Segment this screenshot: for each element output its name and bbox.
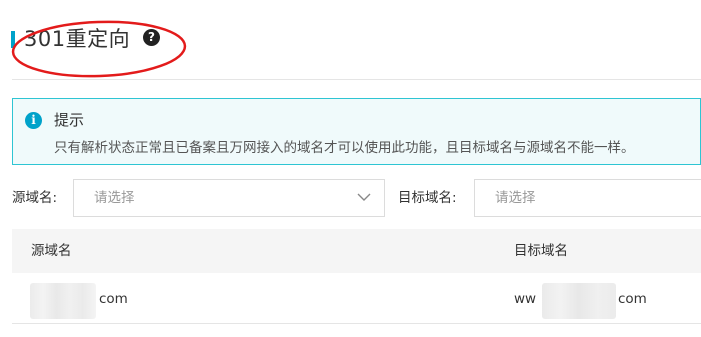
info-circle-icon: i (25, 112, 42, 129)
column-header-target-domain: 目标域名 (514, 243, 568, 259)
table-cell-target-domain-prefix: ww (514, 291, 537, 307)
chevron-down-icon (357, 193, 371, 201)
table-header (12, 229, 701, 273)
title-accent-bar (11, 31, 15, 48)
column-header-source-domain: 源域名 (31, 243, 72, 259)
target-domain-label: 目标域名: (398, 190, 457, 206)
table-cell-source-domain: com (99, 291, 128, 307)
tip-text: 只有解析状态正常且已备案且万网接入的域名才可以使用此功能，且目标域名与源域名不能… (54, 140, 635, 156)
table-row-divider (12, 323, 701, 324)
question-circle-icon[interactable]: ? (143, 29, 160, 46)
redacted-source-domain (30, 283, 96, 319)
source-domain-label: 源域名: (12, 190, 58, 206)
target-domain-placeholder: 请选择 (495, 190, 536, 206)
target-domain-select[interactable]: 请选择 (474, 179, 701, 217)
redacted-target-domain (542, 283, 616, 319)
source-domain-placeholder: 请选择 (94, 190, 135, 206)
tip-title: 提示 (54, 111, 85, 129)
source-domain-select[interactable]: 请选择 (73, 179, 385, 217)
table-cell-target-domain-suffix: com (618, 291, 647, 307)
header-divider (12, 79, 701, 80)
page-title: 301重定向 (24, 27, 131, 51)
